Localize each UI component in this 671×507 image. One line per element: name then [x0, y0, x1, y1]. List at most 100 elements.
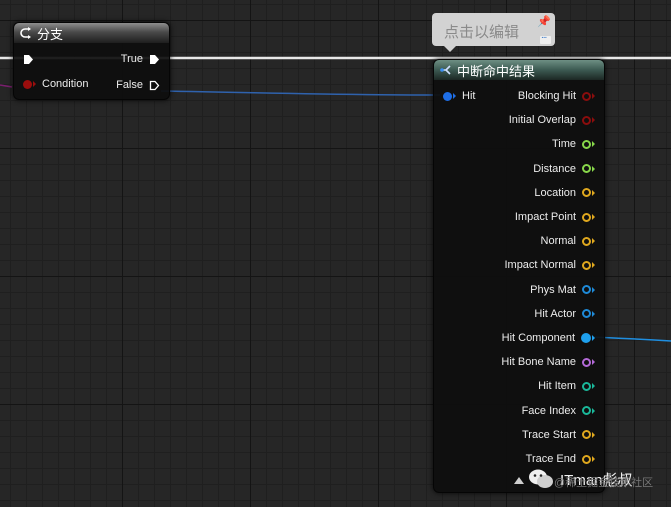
output-pin-label: Face Index — [521, 404, 576, 417]
output-pin[interactable]: Impact Point — [515, 207, 595, 227]
pin-arrow-icon — [592, 165, 595, 172]
output-pin[interactable]: Hit Item — [538, 376, 595, 396]
output-pin-icon — [582, 430, 595, 440]
output-pin-icon — [582, 212, 595, 222]
output-pin-icon — [582, 115, 595, 125]
branch-node[interactable]: 分支 Condition True False — [13, 22, 170, 100]
output-pin[interactable]: Hit Bone Name — [501, 352, 595, 372]
pin-arrow-icon — [453, 93, 456, 99]
output-pin-icon — [582, 164, 595, 174]
pin-arrow-icon — [592, 238, 595, 245]
hit-input-pin[interactable]: Hit — [443, 86, 475, 106]
break-struct-icon — [440, 65, 451, 75]
exec-pin-icon — [24, 54, 33, 64]
break-hit-result-node[interactable]: 中断命中结果 Hit Blocking Hit Initial Overlap Ti… — [433, 59, 605, 493]
pin-arrow-icon — [592, 262, 595, 269]
condition-pin[interactable]: Condition — [23, 74, 88, 94]
output-pin-icon — [582, 406, 595, 416]
pushpin-icon[interactable]: 📌 — [537, 15, 551, 28]
pin-arrow-icon — [592, 407, 595, 414]
output-pin-icon — [582, 91, 595, 101]
pin-circle-icon — [582, 406, 591, 416]
output-pin-label: Location — [534, 186, 576, 199]
output-pin[interactable]: Phys Mat — [530, 280, 595, 300]
pin-circle-icon — [582, 430, 591, 440]
pin-circle-icon — [582, 115, 591, 125]
output-pin-label: Time — [551, 138, 576, 151]
output-pin[interactable]: Location — [534, 183, 595, 203]
output-pin-label: Hit Actor — [534, 307, 576, 320]
output-pin[interactable]: Hit Actor — [534, 304, 595, 324]
output-pin-label: Initial Overlap — [508, 114, 576, 127]
output-pin[interactable]: Trace End — [526, 449, 595, 469]
pin-arrow-icon — [592, 456, 595, 462]
false-to-hit-wire[interactable] — [160, 90, 441, 96]
hit-pin-icon — [443, 91, 456, 101]
true-label: True — [120, 53, 143, 65]
exec-pin-icon — [150, 54, 159, 64]
output-pin-label: Impact Normal — [504, 259, 576, 272]
pin-arrow-icon — [592, 359, 595, 366]
output-pin-icon — [582, 454, 595, 464]
pin-circle-icon — [582, 260, 591, 270]
pin-arrow-icon — [592, 310, 595, 317]
comment-tail — [444, 46, 456, 52]
pin-arrow-icon — [592, 383, 595, 390]
output-pin[interactable]: Time — [552, 134, 595, 154]
output-pin-label: Phys Mat — [530, 283, 576, 296]
output-pin[interactable]: Face Index — [522, 401, 595, 421]
output-pin[interactable]: Impact Normal — [504, 255, 595, 275]
watermark: @稀土掘金技术社区 ITman彪叔 — [528, 468, 653, 490]
true-pin[interactable]: True — [121, 49, 160, 69]
output-pin-label: Hit Item — [538, 380, 576, 393]
connected-pin-dot-icon — [581, 333, 591, 343]
pin-circle-icon — [582, 139, 591, 149]
branch-node-header[interactable]: 分支 — [14, 23, 169, 43]
branch-icon — [20, 27, 31, 39]
watermark-sub: @稀土掘金技术社区 — [554, 477, 654, 489]
output-pin[interactable]: Distance — [533, 159, 595, 179]
output-pin-icon — [582, 260, 595, 270]
output-pin-label: Blocking Hit — [517, 90, 576, 102]
pin-arrow-icon — [592, 93, 595, 99]
output-pin-icon — [582, 381, 595, 391]
exec-pin-outline-icon — [149, 80, 160, 90]
output-pin-label: Hit Bone Name — [501, 356, 576, 369]
false-pin[interactable]: False — [116, 75, 160, 95]
condition-pin-icon — [23, 79, 36, 89]
pin-arrow-icon — [592, 286, 595, 293]
wechat-logo-icon: @稀土掘金技术社区 — [528, 468, 653, 490]
branch-exec-in-pin[interactable] — [23, 49, 34, 69]
node-comment-bubble[interactable]: 点击以编辑 📌 — [432, 13, 555, 52]
pin-arrow-icon — [592, 431, 595, 438]
pin-circle-icon — [582, 188, 591, 198]
output-pin-icon — [581, 333, 595, 343]
false-label: False — [116, 79, 143, 91]
pin-circle-icon — [582, 164, 591, 174]
output-pin[interactable]: Hit Component — [502, 328, 595, 348]
pin-arrow-icon — [592, 335, 595, 341]
pin-circle-icon — [582, 357, 591, 367]
output-pin[interactable]: Initial Overlap — [509, 110, 595, 130]
output-pin-icon — [582, 236, 595, 246]
branch-node-title: 分支 — [37, 26, 64, 42]
pin-circle-icon — [582, 381, 591, 391]
left-incoming-wire[interactable] — [0, 84, 13, 88]
hit-label: Hit — [462, 90, 476, 102]
more-icon[interactable] — [540, 30, 551, 44]
pin-circle-icon — [582, 309, 591, 319]
collapse-arrow-icon[interactable] — [514, 477, 524, 484]
output-pin-icon — [582, 309, 595, 319]
comment-text[interactable]: 点击以编辑 — [444, 21, 519, 42]
struct-dot-icon — [443, 91, 452, 101]
output-pin[interactable]: Normal — [541, 231, 595, 251]
pin-circle-icon — [582, 212, 591, 222]
pin-arrow-icon — [592, 117, 595, 124]
break-hit-result-title: 中断命中结果 — [457, 63, 536, 79]
output-pin-label: Trace End — [525, 453, 576, 465]
output-pin-label: Trace Start — [522, 428, 576, 441]
break-hit-result-header[interactable]: 中断命中结果 — [434, 60, 604, 80]
output-pin[interactable]: Blocking Hit — [518, 86, 595, 106]
output-pin[interactable]: Trace Start — [522, 425, 595, 445]
output-pin-icon — [582, 139, 595, 149]
